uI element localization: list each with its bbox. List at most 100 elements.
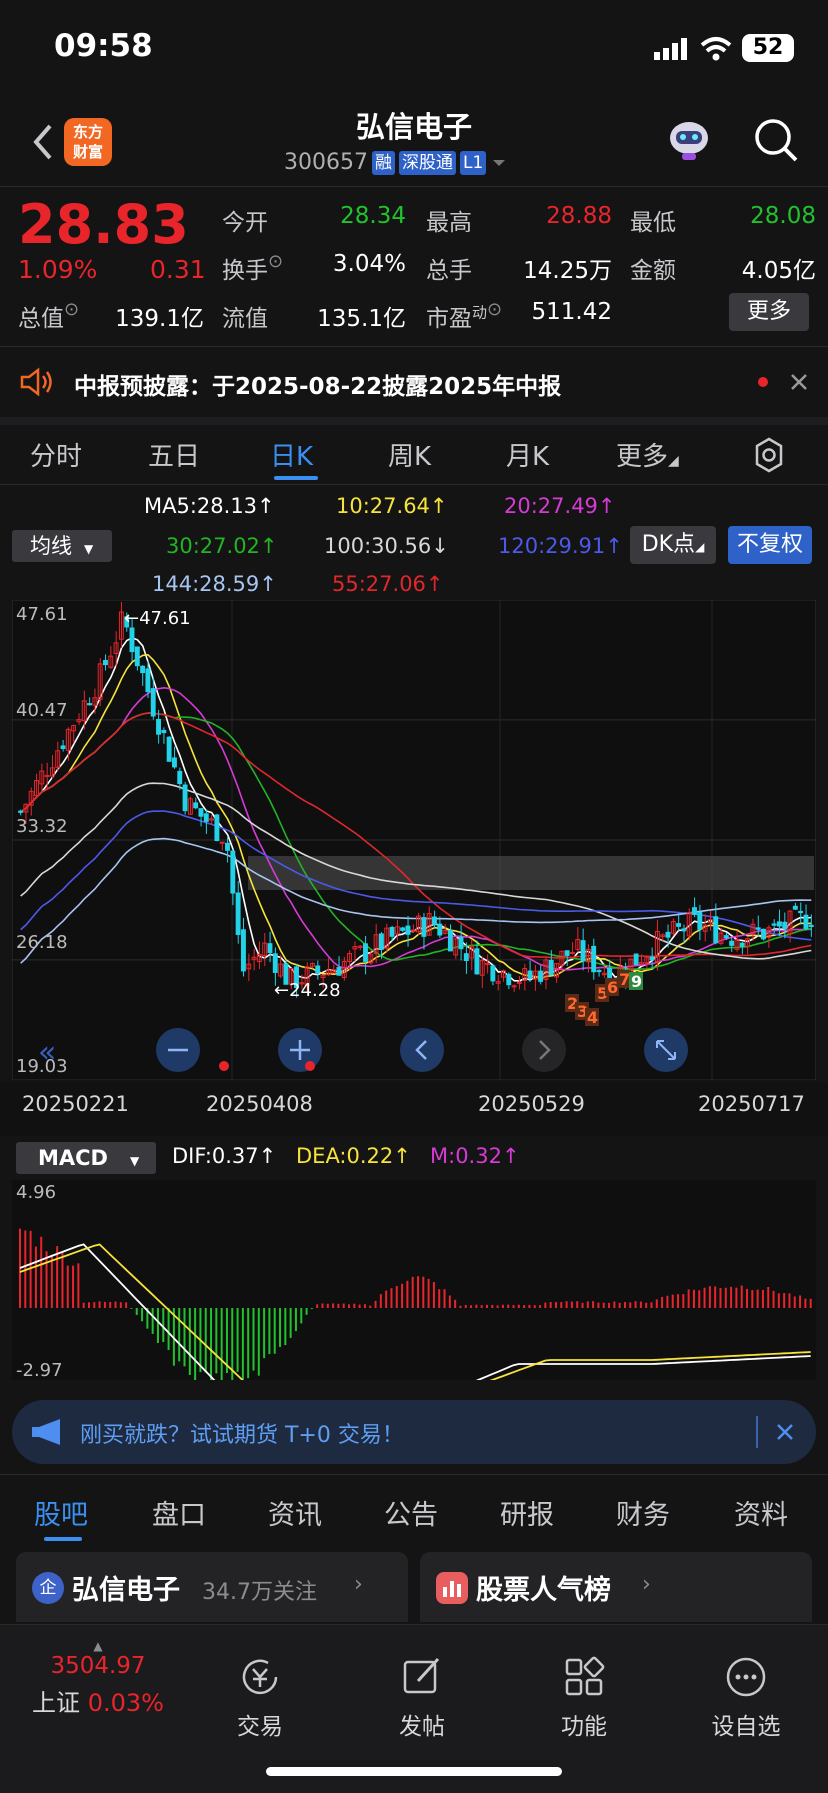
chevron-right-icon: › bbox=[642, 1572, 651, 1597]
speaker-icon bbox=[20, 367, 52, 397]
macd-chart[interactable]: 4.96 -2.97 bbox=[12, 1180, 816, 1380]
nav-functions[interactable]: 功能 bbox=[524, 1655, 644, 1741]
futures-banner[interactable]: 刚买就跌？试试期货 T+0 交易！ bbox=[12, 1400, 816, 1464]
tab-daily-k[interactable]: 日K bbox=[270, 436, 313, 473]
candle bbox=[161, 729, 167, 734]
zoom-out-button[interactable] bbox=[156, 1028, 200, 1072]
indicator-selector[interactable]: MACD ▼ bbox=[16, 1142, 156, 1174]
candle bbox=[803, 914, 809, 930]
dk-mark: 6 bbox=[607, 978, 618, 997]
tab-research[interactable]: 研报 bbox=[500, 1493, 554, 1532]
dk-point-button[interactable]: DK点◢ bbox=[630, 526, 716, 564]
index-widget[interactable]: ▲ 3504.97 上证 0.03% bbox=[20, 1639, 176, 1718]
signal-icon bbox=[654, 38, 687, 60]
dk-mark: 9 bbox=[631, 972, 642, 991]
low-value: 28.08 bbox=[750, 203, 816, 229]
index-name: 上证 bbox=[32, 1689, 81, 1717]
tab-news[interactable]: 资讯 bbox=[268, 1493, 322, 1532]
y-label-3: 33.32 bbox=[16, 816, 68, 837]
chevron-right-icon: › bbox=[354, 1572, 363, 1597]
change-value: 0.31 bbox=[150, 255, 206, 284]
candle bbox=[591, 945, 597, 973]
ma-selector[interactable]: 均线 ▼ bbox=[12, 530, 112, 562]
candle bbox=[474, 948, 480, 975]
level-tag: L1 bbox=[459, 150, 487, 175]
search-icon[interactable] bbox=[752, 116, 800, 164]
tab-intraday[interactable]: 分时 bbox=[30, 436, 82, 473]
scroll-right-button[interactable] bbox=[522, 1028, 566, 1072]
float-cap-value: 135.1亿 bbox=[317, 306, 406, 332]
gear-icon[interactable] bbox=[750, 436, 788, 474]
candle bbox=[198, 808, 204, 817]
macd-legend: MACD ▼ DIF:0.37↑ DEA:0.22↑ M:0.32↑ bbox=[0, 1136, 828, 1180]
candle bbox=[538, 970, 544, 982]
stock-forum-card[interactable]: 企 弘信电子 34.7万关注 › bbox=[16, 1552, 408, 1622]
info-icon: ⊙ bbox=[268, 251, 284, 272]
nav-functions-label: 功能 bbox=[561, 1714, 607, 1740]
tab-announcements[interactable]: 公告 bbox=[384, 1493, 438, 1532]
date-label: 20250717 bbox=[698, 1092, 805, 1116]
candle bbox=[177, 770, 183, 785]
scroll-start-icon[interactable]: « bbox=[38, 1035, 56, 1070]
index-value: 3504.97 bbox=[50, 1653, 146, 1679]
candle bbox=[240, 929, 246, 972]
pe-label[interactable]: 市盈动⊙ bbox=[426, 299, 502, 333]
more-quote-button[interactable]: 更多 bbox=[729, 293, 809, 331]
candle bbox=[564, 950, 570, 956]
stock-code-row[interactable]: 300657 融 深股通 L1 bbox=[284, 150, 508, 175]
nav-post[interactable]: 发帖 bbox=[362, 1655, 482, 1741]
scroll-left-button[interactable] bbox=[400, 1028, 444, 1072]
fullscreen-button[interactable] bbox=[644, 1028, 688, 1072]
macd-y-top: 4.96 bbox=[16, 1182, 56, 1203]
candle bbox=[506, 973, 512, 986]
caret-down-icon bbox=[493, 159, 506, 166]
tab-five-day[interactable]: 五日 bbox=[148, 436, 200, 473]
tab-more[interactable]: 更多◢ bbox=[616, 436, 679, 473]
tab-guba[interactable]: 股吧 bbox=[34, 1493, 88, 1532]
period-tabs: 分时 五日 日K 周K 月K 更多◢ bbox=[0, 424, 828, 485]
tab-pankou[interactable]: 盘口 bbox=[152, 1493, 206, 1532]
nav-watchlist[interactable]: 设自选 bbox=[686, 1655, 806, 1741]
banner-text: 刚买就跌？试试期货 T+0 交易！ bbox=[80, 1423, 404, 1448]
ma10-value: 10:27.64↑ bbox=[336, 494, 448, 518]
candlestick-chart[interactable]: 23456792345679 47.61 40.47 33.32 26.18 1… bbox=[12, 600, 816, 1080]
candle bbox=[166, 736, 172, 762]
nav-watchlist-label: 设自选 bbox=[711, 1714, 781, 1740]
close-icon[interactable] bbox=[790, 373, 808, 391]
tab-finance[interactable]: 财务 bbox=[616, 1493, 670, 1532]
active-tab-indicator bbox=[44, 1537, 82, 1541]
notice-bar[interactable]: 中报预披露：于2025-08-22披露2025年中报 bbox=[0, 346, 828, 425]
zoom-in-button[interactable] bbox=[278, 1028, 322, 1072]
pe-value: 511.42 bbox=[531, 299, 612, 325]
tab-profile[interactable]: 资料 bbox=[734, 1493, 788, 1532]
adjust-button[interactable]: 不复权 bbox=[728, 526, 812, 564]
candle bbox=[315, 965, 321, 974]
candle bbox=[421, 917, 427, 937]
tab-weekly-k[interactable]: 周K bbox=[388, 436, 431, 473]
tab-monthly-k[interactable]: 月K bbox=[506, 436, 549, 473]
candle bbox=[681, 928, 687, 932]
candle bbox=[437, 923, 443, 936]
candle bbox=[771, 923, 777, 926]
popularity-title: 股票人气榜 bbox=[476, 1575, 611, 1606]
grid-icon bbox=[565, 1656, 605, 1696]
popularity-card[interactable]: 股票人气榜 › bbox=[420, 1552, 812, 1622]
ma-legend: MA5:28.13↑ 10:27.64↑ 20:27.49↑ 均线 ▼ 30:27… bbox=[0, 486, 828, 598]
y-label-4: 26.18 bbox=[16, 932, 68, 953]
max-price-marker: ←47.61 bbox=[124, 608, 191, 629]
min-price-marker: ←24.28 bbox=[274, 980, 341, 1001]
caret-up-icon: ▲ bbox=[93, 1639, 103, 1653]
market-cap-label[interactable]: 总值⊙ bbox=[18, 299, 79, 333]
candle bbox=[405, 925, 411, 935]
candle bbox=[761, 928, 766, 940]
open-value: 28.34 bbox=[340, 203, 406, 229]
macd-y-bottom: -2.97 bbox=[16, 1360, 63, 1380]
candle bbox=[792, 905, 798, 910]
indicator-dot bbox=[219, 1061, 229, 1071]
amount-value: 4.05亿 bbox=[741, 258, 816, 284]
close-icon[interactable] bbox=[776, 1423, 794, 1441]
robot-assistant-icon[interactable] bbox=[664, 114, 714, 164]
turnover-label[interactable]: 换手⊙ bbox=[222, 251, 283, 285]
ma20-value: 20:27.49↑ bbox=[504, 494, 616, 518]
nav-trade[interactable]: 交易 bbox=[200, 1655, 320, 1741]
